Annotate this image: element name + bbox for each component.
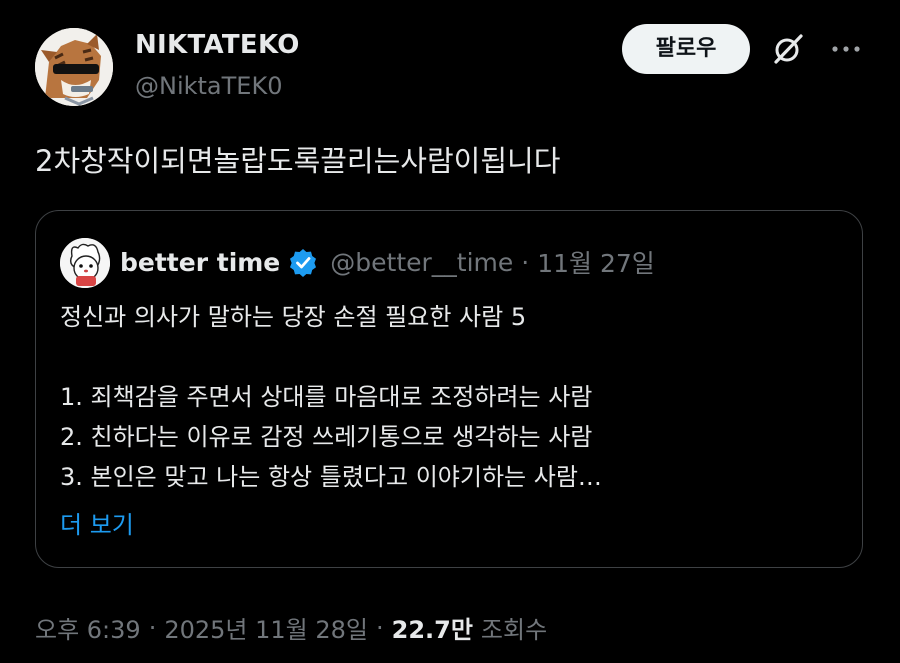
quote-line-blank [60, 337, 840, 377]
quote-author-name[interactable]: better time [120, 248, 280, 277]
meta-separator: · [148, 613, 157, 642]
author-name[interactable]: NIKTATEKO [135, 30, 300, 60]
quote-separator: · [521, 247, 530, 277]
quote-date[interactable]: 11월 27일 [537, 244, 655, 280]
quote-line: 3. 본인은 맞고 나는 항상 틀렸다고 이야기하는 사람… [60, 463, 602, 491]
post-time[interactable]: 오후 6:39 [35, 610, 141, 645]
quote-text: 정신과 의사가 말하는 당장 손절 필요한 사람 5 1. 죄책감을 주면서 상… [60, 297, 840, 497]
quote-header: better time @better__time · 11월 27일 [120, 245, 655, 279]
author-handle[interactable]: @NiktaTEK0 [135, 72, 282, 100]
grok-icon[interactable] [770, 31, 806, 67]
more-icon[interactable] [828, 33, 864, 65]
author-avatar[interactable] [35, 28, 113, 106]
quote-line: 1. 죄책감을 주면서 상대를 마음대로 조정하려는 사람 [60, 383, 593, 411]
follow-button[interactable]: 팔로우 [622, 24, 750, 74]
verified-badge-icon [288, 247, 318, 277]
quote-line: 정신과 의사가 말하는 당장 손절 필요한 사람 5 [60, 303, 527, 331]
show-more-link[interactable]: 더 보기 [60, 505, 134, 540]
post-meta: 오후 6:39 · 2025년 11월 28일 · 22.7만 조회수 [35, 610, 547, 645]
quote-line: 2. 친하다는 이유로 감정 쓰레기통으로 생각하는 사람 [60, 423, 593, 451]
quote-card[interactable]: better time @better__time · 11월 27일 정신과 … [35, 210, 863, 568]
meta-separator: · [375, 613, 384, 642]
quote-author-avatar[interactable] [60, 238, 110, 288]
post-date[interactable]: 2025년 11월 28일 [164, 610, 368, 645]
post-text: 2차창작이되면놀랍도록끌리는사람이됩니다 [35, 144, 561, 178]
views-count: 22.7만 [391, 616, 473, 644]
views-label: 조회수 [480, 616, 548, 644]
quote-author-handle[interactable]: @better__time [330, 248, 513, 277]
